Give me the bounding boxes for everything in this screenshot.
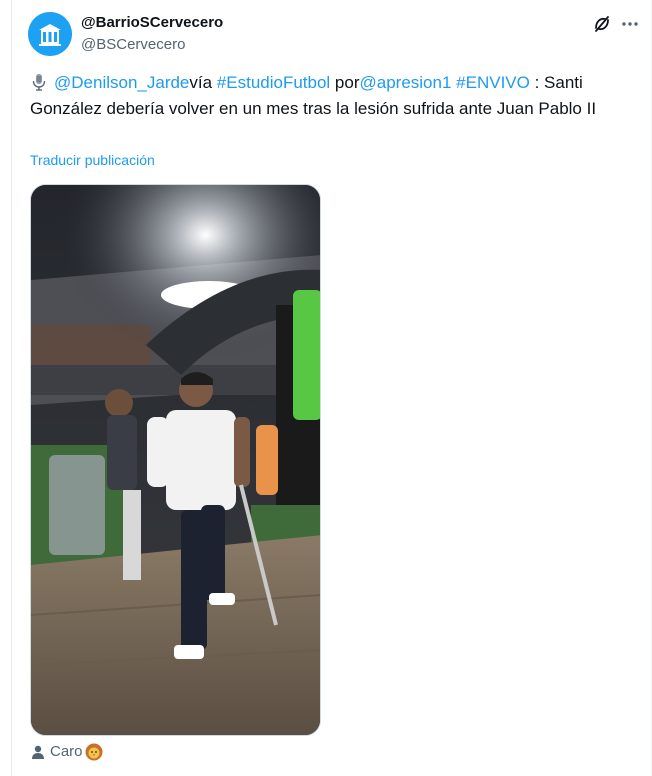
- hashtag-link[interactable]: #EstudioFutbol: [217, 73, 330, 92]
- tagged-users[interactable]: Caro: [30, 741, 103, 763]
- mention-link[interactable]: @Denilson_Jarde: [54, 73, 189, 92]
- author-names: @BarrioSCervecero @BSCervecero: [81, 13, 223, 55]
- translate-post-link[interactable]: Traducir publicación: [30, 151, 155, 169]
- author-handle[interactable]: @BSCervecero: [81, 35, 223, 55]
- tweet-text: @Denilson_Jardevía #EstudioFutbol por@ap…: [30, 70, 638, 122]
- person-icon: [32, 745, 44, 759]
- tweet-media[interactable]: [30, 184, 321, 736]
- author-avatar[interactable]: [28, 12, 72, 56]
- barrio-avatar-icon: [28, 12, 72, 56]
- media-image: [31, 185, 320, 735]
- lion-face-icon: [85, 743, 103, 761]
- timeline-left-border: [11, 0, 12, 776]
- tweet-text-segment: por: [330, 73, 360, 92]
- mention-link[interactable]: @apresion1: [360, 73, 452, 92]
- hashtag-link[interactable]: #ENVIVO: [456, 73, 530, 92]
- tagged-user-name: Caro: [50, 743, 83, 760]
- more-icon[interactable]: [620, 14, 640, 34]
- tweet-text-segment: vía: [189, 73, 217, 92]
- author-display-name[interactable]: @BarrioSCervecero: [81, 13, 223, 33]
- grok-icon[interactable]: [592, 14, 612, 34]
- microphone-icon: [32, 74, 46, 91]
